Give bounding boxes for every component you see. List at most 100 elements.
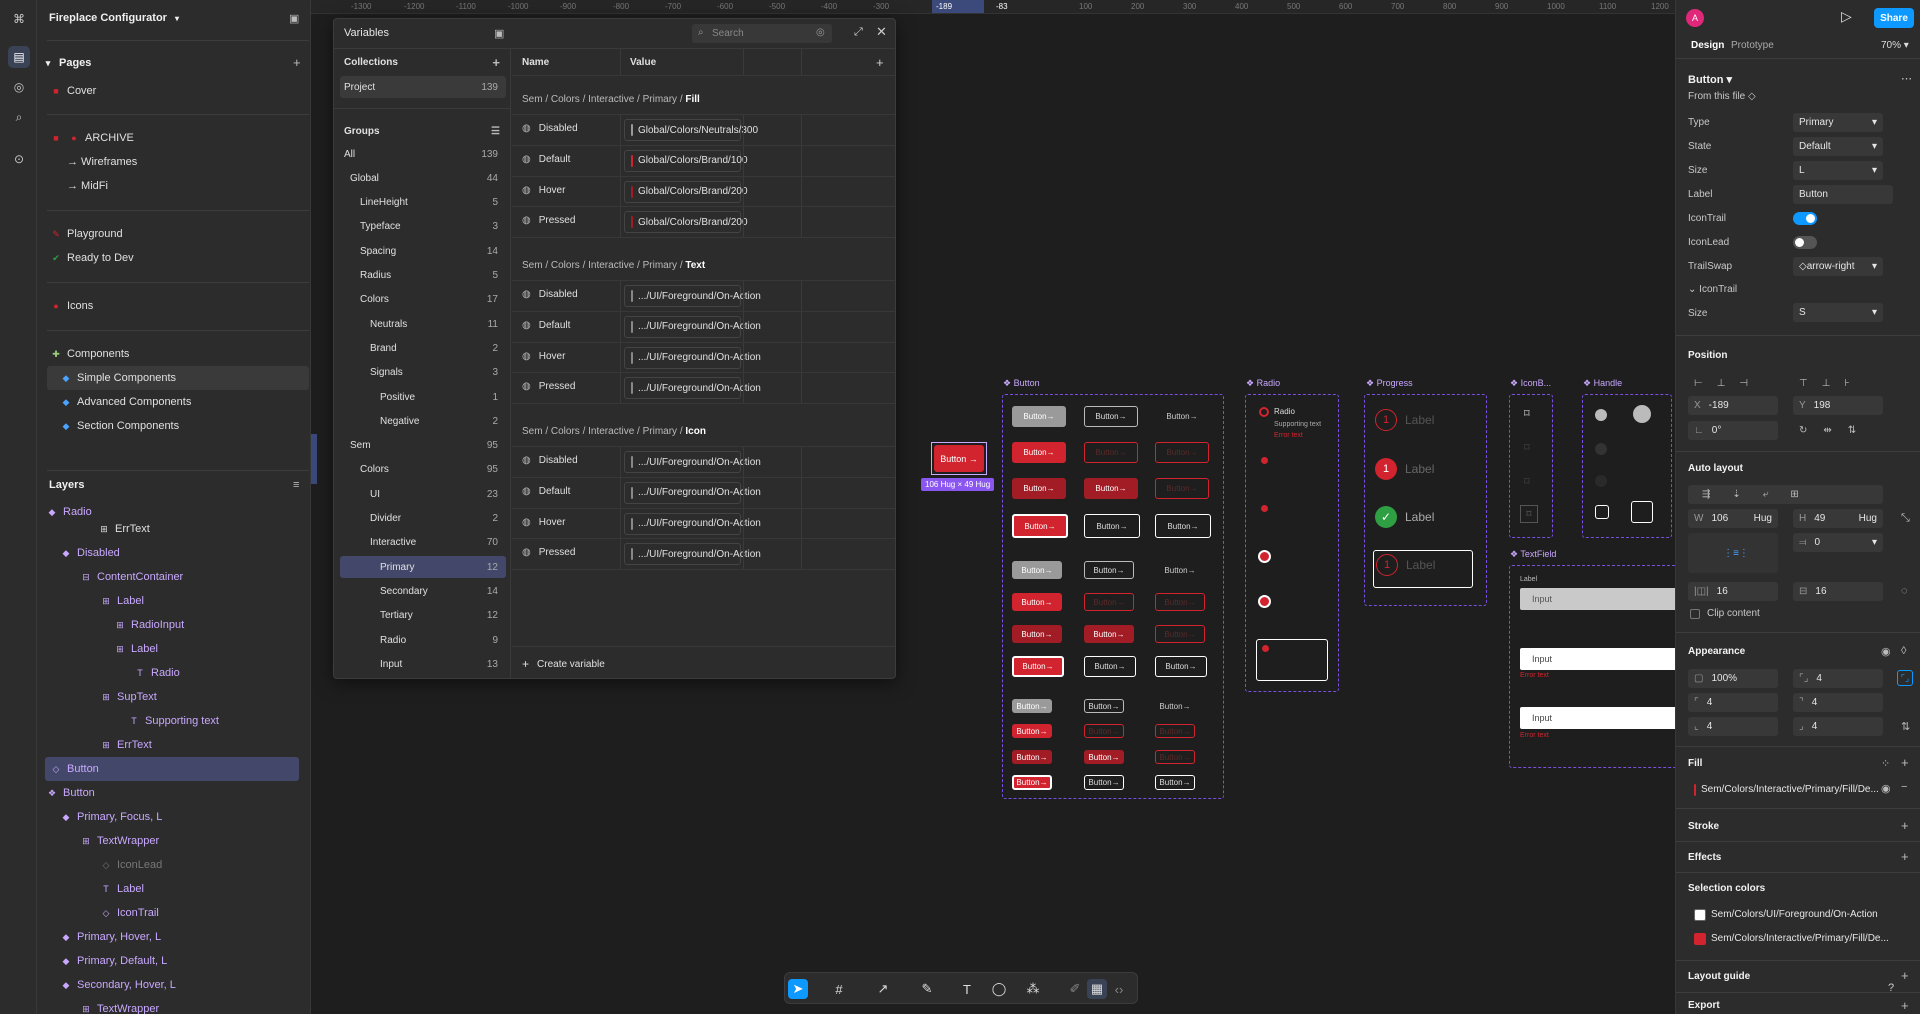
button-variant[interactable]: Button → [1155, 656, 1207, 677]
group-item[interactable]: Slider10 [334, 678, 506, 679]
layer-item[interactable]: ⊞ RadioInput [113, 613, 310, 637]
selected-button[interactable]: Button → [934, 445, 984, 472]
file-title[interactable]: Fireplace Configurator ▾ [49, 6, 310, 30]
frame-label-progress[interactable]: ❖ Progress [1366, 378, 1413, 389]
layer-item[interactable]: ⊞ SupText [99, 685, 310, 709]
frame-tool-icon[interactable]: # [829, 979, 849, 999]
layer-item[interactable]: T Label [99, 877, 310, 901]
add-layout-guide-icon[interactable]: + [1901, 968, 1909, 983]
button-variant[interactable]: Button → [1084, 724, 1124, 738]
padding-horizontal-field[interactable]: |◫| 16 [1688, 582, 1778, 601]
page-item[interactable]: ✚ Components [49, 342, 310, 366]
styles-icon[interactable]: ⁘ [1881, 757, 1890, 770]
page-item[interactable]: ✎ Playground [49, 222, 310, 246]
layer-item-selected[interactable]: ◇ Button [45, 757, 299, 781]
layer-item[interactable]: ⊞ TextWrapper [79, 829, 310, 853]
frame-label-textfield[interactable]: ❖ TextField [1510, 549, 1556, 560]
layer-item[interactable]: ◆ Disabled [59, 541, 310, 565]
text-input[interactable]: Input [1520, 588, 1675, 610]
page-item[interactable]: ■ Cover [49, 79, 310, 103]
group-item[interactable]: Sem 95 [334, 435, 506, 457]
plugins-icon[interactable]: ⊙ [8, 148, 30, 170]
pen-tool-icon[interactable]: ↗ [873, 979, 893, 999]
add-collection-icon[interactable]: + [492, 55, 500, 70]
page-item[interactable]: ◆ Advanced Components [59, 390, 310, 414]
iconlead-toggle[interactable] [1793, 236, 1817, 249]
layout-direction-toggle[interactable]: ⇶⇣⤶⊞ [1688, 485, 1883, 504]
add-stroke-icon[interactable]: + [1901, 818, 1909, 833]
radio-dot[interactable] [1258, 595, 1271, 608]
button-variant[interactable]: Button → [1012, 514, 1068, 538]
group-item[interactable]: Radio 9 [334, 629, 506, 651]
frame-label-radio[interactable]: ❖ Radio [1246, 378, 1280, 389]
clip-content-checkbox[interactable] [1690, 609, 1700, 619]
radio-dot[interactable] [1258, 550, 1271, 563]
frame-label-button[interactable]: ❖ Button [1003, 378, 1040, 389]
bookmark-icon[interactable]: ⌑ [1520, 505, 1538, 523]
iconbutton-component-set[interactable]: ⌑ ⌑ ⌑ ⌑ [1509, 394, 1553, 538]
page-item[interactable]: ◆ Simple Components [47, 366, 309, 390]
button-variant[interactable]: Button → [1012, 775, 1052, 790]
add-page-icon[interactable]: + [293, 55, 301, 70]
variable-value[interactable]: Global/Colors/Brand/200 [624, 211, 748, 234]
radius-bl-field[interactable]: ⌞ 4 [1688, 717, 1778, 736]
radio-component-set[interactable]: Radio Supporting text Error text [1245, 394, 1339, 692]
rotation-field[interactable]: ∟ 0° [1688, 421, 1778, 440]
variable-value[interactable]: .../UI/Foreground/On-Action [624, 315, 761, 338]
layer-item[interactable]: ⊞ TextWrapper [79, 997, 310, 1014]
button-variant[interactable]: Button → [1084, 775, 1124, 790]
button-variant[interactable]: Button → [1155, 406, 1209, 427]
search-input[interactable]: ⌕ Search ◎ [692, 24, 832, 43]
variable-value[interactable]: Global/Colors/Brand/200 [624, 180, 748, 203]
search-icon[interactable]: ⌕ [8, 106, 30, 128]
alignment-grid[interactable]: ⋮≡⋮ [1688, 533, 1778, 573]
group-item[interactable]: Signals 3 [334, 362, 506, 384]
variable-value[interactable]: .../UI/Foreground/On-Action [624, 377, 761, 400]
radius-br-field[interactable]: ⌟ 4 [1793, 717, 1883, 736]
layer-item[interactable]: ◆ Primary, Default, L [59, 949, 310, 973]
icontrail-size-select[interactable]: S ▾ [1793, 303, 1883, 322]
group-item[interactable]: Negative 2 [334, 410, 506, 432]
gap-field[interactable]: ⫤ 0 ▾ [1793, 533, 1883, 552]
variable-row[interactable]: ◍ Disabled Global/Colors/Neutrals/300 [512, 115, 895, 145]
group-item[interactable]: Positive 1 [334, 386, 506, 408]
comment-tool-icon[interactable]: ◯ [989, 979, 1009, 999]
settings-icon[interactable]: ◎ [816, 27, 825, 38]
button-variant[interactable]: Button → [1084, 514, 1140, 538]
variable-row[interactable]: ◍ Default Global/Colors/Brand/100 [512, 145, 895, 176]
textfield-component-set[interactable]: Label Input Input Error text Input Error… [1509, 565, 1675, 768]
share-button[interactable]: Share [1874, 8, 1914, 28]
layers-list-icon[interactable]: ≡ [293, 479, 299, 491]
button-variant[interactable]: Button → [1155, 775, 1195, 790]
resize-icon[interactable]: ⤡ [1901, 512, 1910, 525]
button-variant[interactable]: Button → [1155, 478, 1209, 499]
button-variant[interactable]: Button → [1084, 561, 1134, 579]
group-item[interactable]: Neutrals 11 [334, 313, 506, 335]
handle-focus[interactable] [1595, 505, 1609, 519]
button-variant[interactable]: Button → [1012, 561, 1062, 579]
button-variant[interactable]: Button → [1155, 699, 1195, 713]
page-item[interactable]: ■ ● ARCHIVE [49, 126, 310, 150]
group-item[interactable]: Brand 2 [334, 337, 506, 359]
variable-row[interactable]: ◍ Hover .../UI/Foreground/On-Action [512, 342, 895, 373]
page-item[interactable]: ◆ Section Components [59, 414, 310, 438]
group-options-icon[interactable]: ☰ [491, 126, 500, 137]
property-trailswap-field[interactable]: ◇ arrow-right ▾ [1793, 257, 1883, 276]
page-item[interactable]: ● Icons [49, 294, 310, 318]
handle-knob[interactable] [1595, 443, 1607, 455]
bookmark-icon[interactable]: ⌑ [1524, 475, 1530, 488]
layer-item[interactable]: ◆ Secondary, Hover, L [59, 973, 310, 997]
group-item[interactable]: Primary 12 [340, 556, 506, 579]
group-item[interactable]: Tertiary 12 [334, 605, 506, 627]
move-tool-icon[interactable]: ➤ [788, 979, 808, 999]
button-variant[interactable]: Button → [1012, 478, 1066, 499]
corner-smoothing-icon[interactable]: ⇅ [1901, 720, 1910, 733]
page-item[interactable]: → MidFi [67, 174, 310, 198]
button-variant[interactable]: Button → [1084, 750, 1124, 764]
radio-dot[interactable] [1259, 407, 1269, 417]
variable-value[interactable]: .../UI/Foreground/On-Action [624, 346, 761, 369]
variable-value[interactable]: .../UI/Foreground/On-Action [624, 543, 761, 566]
add-mode-icon[interactable]: + [876, 55, 884, 70]
handle-knob[interactable] [1595, 475, 1607, 487]
bookmark-icon[interactable]: ⌑ [1524, 441, 1530, 454]
